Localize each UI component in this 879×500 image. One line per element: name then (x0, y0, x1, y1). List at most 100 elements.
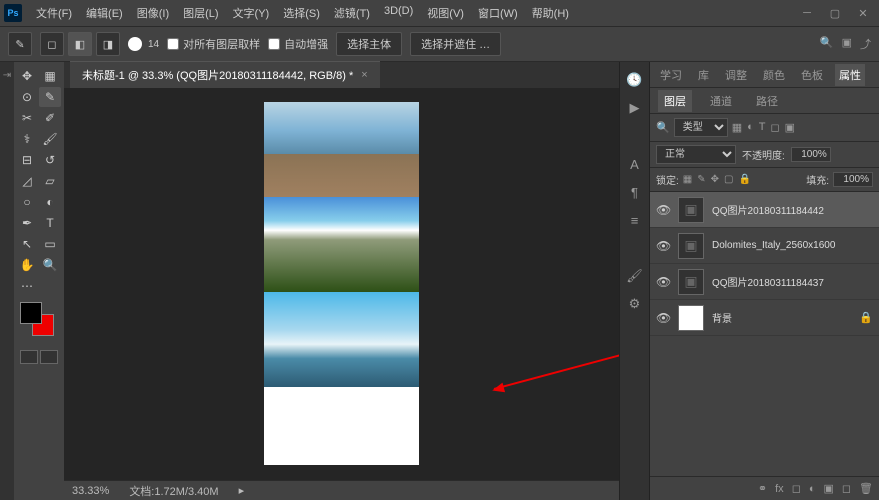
brushes-panel-icon[interactable]: 🖌 (625, 266, 645, 286)
dodge-tool[interactable]: ◐ (39, 192, 61, 212)
layer-thumbnail[interactable]: ▣ (678, 197, 704, 223)
subtract-selection-button[interactable]: ◨ (96, 32, 120, 56)
menu-select[interactable]: 选择(S) (277, 1, 326, 25)
brush-tool[interactable]: 🖌 (39, 129, 61, 149)
tab-layers[interactable]: 图层 (658, 90, 692, 112)
type-tool[interactable]: T (39, 213, 61, 233)
adjustment-layer-icon[interactable]: ◐ (809, 483, 816, 495)
actions-panel-icon[interactable]: ▶ (625, 98, 645, 118)
shape-tool[interactable]: ▭ (39, 234, 61, 254)
zoom-tool[interactable]: 🔍 (39, 255, 61, 275)
status-arrow-icon[interactable]: ▸ (239, 484, 245, 497)
tab-channels[interactable]: 通道 (704, 90, 738, 112)
crop-tool[interactable]: ✂ (16, 108, 38, 128)
delete-layer-icon[interactable]: 🗑 (859, 482, 873, 495)
path-select-tool[interactable]: ↖ (16, 234, 38, 254)
new-layer-icon[interactable]: ◻ (842, 482, 851, 495)
opacity-input[interactable] (791, 147, 831, 162)
document-tab[interactable]: 未标题-1 @ 33.3% (QQ图片20180311184442, RGB/8… (70, 61, 380, 88)
gradient-tool[interactable]: ▱ (39, 171, 61, 191)
screenmode-button[interactable] (40, 350, 58, 364)
filter-pixel-icon[interactable]: ▦ (732, 121, 742, 134)
blend-mode-select[interactable]: 正常 (656, 145, 736, 164)
menu-3d[interactable]: 3D(D) (378, 1, 419, 25)
layer-row[interactable]: 👁 ▣ Dolomites_Italy_2560x1600 (650, 228, 879, 264)
close-tab-icon[interactable]: × (361, 69, 367, 81)
sample-all-layers-checkbox[interactable]: 对所有图层取样 (167, 36, 260, 52)
layer-mask-icon[interactable]: ◻ (792, 482, 801, 495)
stamp-tool[interactable]: ⊟ (16, 150, 38, 170)
maximize-button[interactable]: ▢ (823, 5, 847, 21)
menu-filter[interactable]: 滤镜(T) (328, 1, 376, 25)
filter-shape-icon[interactable]: ◻ (771, 121, 780, 134)
sample-all-layers-input[interactable] (167, 38, 179, 50)
layer-name[interactable]: QQ图片20180311184437 (712, 274, 873, 289)
menu-type[interactable]: 文字(Y) (227, 1, 276, 25)
color-swatches[interactable] (20, 302, 60, 342)
quick-select-tool[interactable]: ✎ (39, 87, 61, 107)
visibility-icon[interactable]: 👁 (656, 275, 670, 289)
brushsettings-panel-icon[interactable]: ⚙ (625, 294, 645, 314)
brush-preview-icon[interactable] (128, 37, 142, 51)
tab-color[interactable]: 颜色 (759, 64, 789, 86)
menu-image[interactable]: 图像(I) (131, 1, 175, 25)
hand-tool[interactable]: ✋ (16, 255, 38, 275)
select-subject-button[interactable]: 选择主体 (336, 32, 402, 56)
foreground-color-swatch[interactable] (20, 302, 42, 324)
tool-preset-picker[interactable]: ✎ (8, 32, 32, 56)
menu-edit[interactable]: 编辑(E) (80, 1, 129, 25)
select-and-mask-button[interactable]: 选择并遮住 … (410, 32, 501, 56)
visibility-icon[interactable]: 👁 (656, 203, 670, 217)
character-panel-icon[interactable]: A (625, 154, 645, 174)
search-icon[interactable]: 🔍 (820, 36, 834, 52)
canvas-viewport[interactable] (64, 88, 619, 480)
workspace-icon[interactable]: ▣ (842, 36, 852, 52)
menu-help[interactable]: 帮助(H) (526, 1, 575, 25)
filter-smart-icon[interactable]: ▣ (785, 121, 795, 134)
eyedropper-tool[interactable]: ✐ (39, 108, 61, 128)
auto-enhance-input[interactable] (268, 38, 280, 50)
filter-adjust-icon[interactable]: ◐ (747, 121, 754, 134)
pen-tool[interactable]: ✒ (16, 213, 38, 233)
minimize-button[interactable]: ─ (795, 5, 819, 21)
lock-pixels-icon[interactable]: ▦ (683, 174, 692, 185)
new-group-icon[interactable]: ▣ (823, 482, 833, 495)
menu-file[interactable]: 文件(F) (30, 1, 78, 25)
link-layers-icon[interactable]: ⚭ (758, 482, 767, 495)
menu-view[interactable]: 视图(V) (421, 1, 470, 25)
new-selection-button[interactable]: ◻ (40, 32, 64, 56)
filter-type-select[interactable]: 类型 (674, 118, 728, 137)
lock-icon[interactable]: 🔒 (859, 311, 873, 324)
tab-library[interactable]: 库 (694, 64, 713, 86)
menu-window[interactable]: 窗口(W) (472, 1, 524, 25)
lock-brush-icon[interactable]: ✎ (697, 174, 705, 185)
artboard-tool[interactable]: ▦ (39, 66, 61, 86)
search-icon[interactable]: 🔍 (656, 121, 670, 134)
layer-name[interactable]: Dolomites_Italy_2560x1600 (712, 240, 873, 251)
document-info[interactable]: 文档:1.72M/3.40M (129, 483, 218, 499)
layer-name[interactable]: QQ图片20180311184442 (712, 202, 873, 217)
tab-adjust[interactable]: 调整 (721, 64, 751, 86)
layer-row[interactable]: 👁 ▣ QQ图片20180311184442 (650, 192, 879, 228)
fill-input[interactable] (833, 172, 873, 187)
glyphs-panel-icon[interactable]: ≡ (625, 210, 645, 230)
heal-tool[interactable]: ⚕ (16, 129, 38, 149)
layer-thumbnail[interactable] (678, 305, 704, 331)
blur-tool[interactable]: ○ (16, 192, 38, 212)
history-brush-tool[interactable]: ↺ (39, 150, 61, 170)
zoom-level[interactable]: 33.33% (72, 485, 109, 497)
filter-type-icon[interactable]: T (759, 121, 766, 134)
toolbox-collapse[interactable]: ⇥ (0, 62, 14, 500)
auto-enhance-checkbox[interactable]: 自动增强 (268, 36, 328, 52)
tab-learn[interactable]: 学习 (656, 64, 686, 86)
tab-properties[interactable]: 属性 (835, 64, 865, 86)
close-button[interactable]: ✕ (851, 5, 875, 21)
lock-artboard-icon[interactable]: ▢ (724, 174, 733, 185)
canvas[interactable] (264, 102, 419, 465)
layer-row[interactable]: 👁 背景 🔒 (650, 300, 879, 336)
tab-paths[interactable]: 路径 (750, 90, 784, 112)
edit-toolbar[interactable]: ⋯ (16, 276, 38, 296)
history-panel-icon[interactable]: 🕓 (625, 70, 645, 90)
layer-thumbnail[interactable]: ▣ (678, 233, 704, 259)
paragraph-panel-icon[interactable]: ¶ (625, 182, 645, 202)
